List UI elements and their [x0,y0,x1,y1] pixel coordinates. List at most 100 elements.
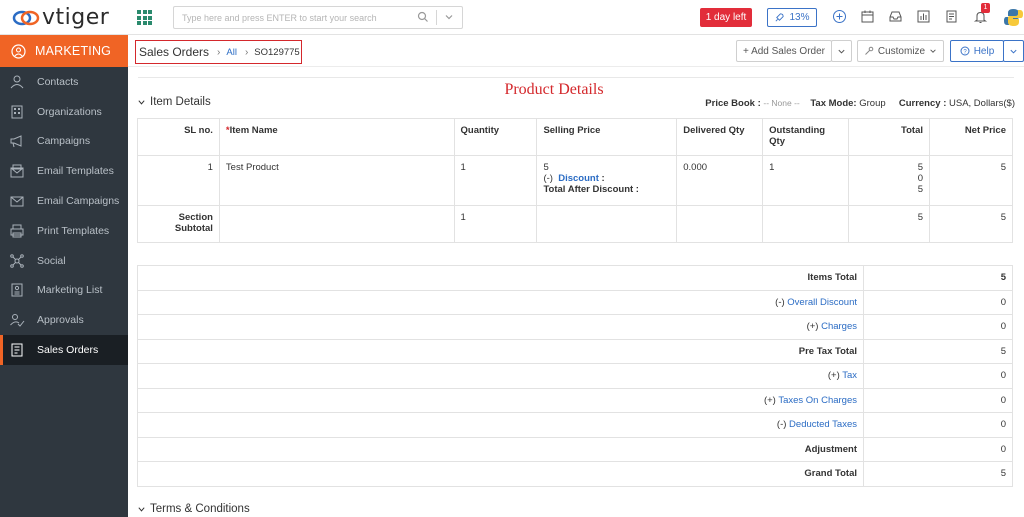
sidebar-item-organizations[interactable]: Organizations [0,97,128,127]
sidebar-item-social[interactable]: Social [0,246,128,276]
cell-empty [536,205,678,243]
top-bar: vtiger 1 day left 13% [0,0,1024,35]
add-options-dropdown[interactable] [831,40,852,62]
person-icon [10,75,24,89]
items-table: SL no. *Item Name Quantity Selling Price… [137,118,1013,243]
sidebar-item-marketing-list[interactable]: Marketing List [0,276,128,306]
breadcrumb-module[interactable]: Sales Orders [139,45,209,59]
sidebar-item-email-templates[interactable]: Email Templates [0,156,128,186]
totals-label[interactable]: Charges [821,321,857,332]
add-sales-order-button[interactable]: + Add Sales Order [736,40,832,62]
sidebar-item-label: Marketing List [37,284,103,297]
avatar[interactable] [1003,7,1024,28]
sidebar-item-sales-orders[interactable]: Sales Orders [0,335,128,365]
table-row: 1 Test Product 1 5 (-) Discount : Total … [137,155,1013,206]
totals-value-text: 0 [1000,419,1006,431]
onboarding-progress-button[interactable]: 13% [767,8,817,27]
customize-label: Customize [877,45,926,57]
chevron-down-icon [138,506,145,512]
brand-name: vtiger [42,5,110,30]
main-content: Product Details Item Details Price Book … [128,67,1024,517]
sidebar-item-label: Sales Orders [37,344,99,357]
totals-row: Items Total 5 [137,265,1013,291]
totals-row: Pre Tax Total 5 [137,338,1013,364]
totals-label[interactable]: Overall Discount [787,297,857,308]
totals-row: (+) Taxes On Charges 0 [137,387,1013,413]
price-book-value: -- None -- [763,98,800,108]
record-header: Sales Orders › All › SO129775 + Add Sale… [128,35,1024,67]
help-options-dropdown[interactable] [1003,40,1024,62]
cell-empty [218,205,455,243]
search-input[interactable] [182,10,412,26]
totals-value: 5 [863,265,1013,291]
chevron-down-icon [138,99,145,105]
totals-value-text: 0 [1000,296,1006,308]
vtiger-logo-icon [12,10,40,26]
totals-label: Grand Total [804,468,857,480]
totals-value: 5 [863,461,1013,487]
totals-row: (-) Deducted Taxes 0 [137,412,1013,438]
totals-value-text: 0 [1000,370,1006,382]
totals-label: Adjustment [804,443,857,455]
sidebar-item-email-campaigns[interactable]: Email Campaigns [0,186,128,216]
totals-label-cell: Adjustment [137,436,864,462]
total-value-line: 5 [917,162,924,173]
inbox-icon[interactable] [888,9,903,24]
module-header-marketing[interactable]: MARKETING [0,35,128,67]
column-header-sl: SL no. [137,118,220,156]
section-subtotal-row: Section Subtotal 1 5 5 [137,205,1013,243]
column-header-quantity: Quantity [453,118,538,156]
terms-heading: Terms & Conditions [150,503,250,515]
tax-mode-value: Group [859,98,886,109]
total-after-discount-label: Total After Discount : [543,184,639,195]
cell-net-price: 5 [929,155,1013,206]
totals-prefix: (+) [763,394,776,406]
customize-button[interactable]: Customize [857,40,944,62]
selling-price-value: 5 [543,162,549,173]
column-header-selling-price: Selling Price [536,118,678,156]
totals-value: 5 [863,338,1013,364]
search-icon[interactable] [417,11,429,23]
discount-link[interactable]: Discount [558,173,599,184]
column-header-item-name: *Item Name [218,118,455,156]
currency-value: USA, Dollars($) [949,98,1015,109]
totals-label[interactable]: Tax [842,370,857,381]
notification-count-badge: 1 [981,3,990,13]
cell-sl: 1 [137,155,220,206]
vtiger-logo[interactable]: vtiger [12,6,109,30]
plus-circle-icon[interactable] [832,9,847,24]
cell-item-name[interactable]: Test Product [218,155,455,206]
discount-prefix: (-) [543,173,553,184]
totals-label[interactable]: Deducted Taxes [789,419,857,430]
sidebar-item-print-templates[interactable]: Print Templates [0,216,128,246]
calendar-icon[interactable] [860,9,875,24]
totals-label-cell: (+) Tax [137,363,864,389]
trial-days-button[interactable]: 1 day left [700,8,752,27]
cell-outstanding-qty: 1 [762,155,850,206]
reports-icon[interactable] [916,9,931,24]
breadcrumb-all-link[interactable]: All [226,47,237,58]
notes-icon[interactable] [944,9,959,24]
sales-order-icon [11,343,23,357]
totals-value: 0 [863,387,1013,413]
terms-section-toggle[interactable]: Terms & Conditions [137,503,250,515]
chevron-right-icon: › [217,46,221,58]
marketing-icon [11,43,26,59]
help-button[interactable]: ? Help [950,40,1004,62]
printer-icon [10,224,24,238]
totals-prefix: (-) [775,296,785,308]
apps-grid-icon[interactable] [137,10,152,25]
item-details-section-toggle[interactable]: Item Details [137,96,211,108]
sidebar-item-approvals[interactable]: Approvals [0,305,128,335]
sidebar-item-label: Email Campaigns [37,195,120,208]
totals-label[interactable]: Taxes On Charges [778,395,857,406]
chevron-down-icon[interactable] [442,10,456,24]
discount-colon: : [601,173,605,184]
totals-value: 0 [863,314,1013,340]
product-details-annotation: Product Details [504,81,604,98]
tax-mode-label: Tax Mode: [810,98,857,109]
totals-label-cell: Grand Total [137,461,864,487]
sidebar-item-contacts[interactable]: Contacts [0,67,128,97]
column-header-delivered-qty: Delivered Qty [676,118,764,156]
sidebar-item-campaigns[interactable]: Campaigns [0,127,128,157]
